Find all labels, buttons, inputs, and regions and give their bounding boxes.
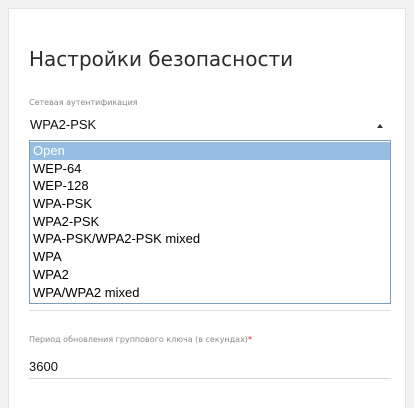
option-wep-64[interactable]: WEP-64	[30, 160, 390, 178]
option-wpa2-psk[interactable]: WPA2-PSK	[30, 213, 390, 231]
option-wpa-psk[interactable]: WPA-PSK	[30, 195, 390, 213]
chevron-up-icon[interactable]	[377, 124, 383, 128]
option-wpa-psk-wpa2-psk-mixed[interactable]: WPA-PSK/WPA2-PSK mixed	[30, 230, 390, 248]
option-wpa-wpa2-mixed[interactable]: WPA/WPA2 mixed	[30, 284, 390, 302]
option-open[interactable]: Open	[30, 142, 390, 160]
auth-label: Сетевая аутентификация	[29, 98, 138, 107]
auth-dropdown-list[interactable]: Open WEP-64 WEP-128 WPA-PSK WPA2-PSK WPA…	[29, 140, 391, 304]
auth-select-underline	[29, 310, 391, 311]
group-key-period-label-text: Период обновления группового ключа (в се…	[29, 335, 248, 344]
required-mark: *	[247, 335, 252, 344]
group-key-period-input[interactable]	[29, 355, 391, 379]
option-wpa2[interactable]: WPA2	[30, 266, 390, 284]
auth-select-value: WPA2-PSK	[30, 117, 97, 132]
group-key-period-label: Период обновления группового ключа (в се…	[29, 335, 252, 344]
option-wpa[interactable]: WPA	[30, 248, 390, 266]
option-wep-128[interactable]: WEP-128	[30, 177, 390, 195]
auth-select[interactable]: WPA2-PSK	[29, 112, 391, 140]
page-title: Настройки безопасности	[29, 47, 294, 71]
